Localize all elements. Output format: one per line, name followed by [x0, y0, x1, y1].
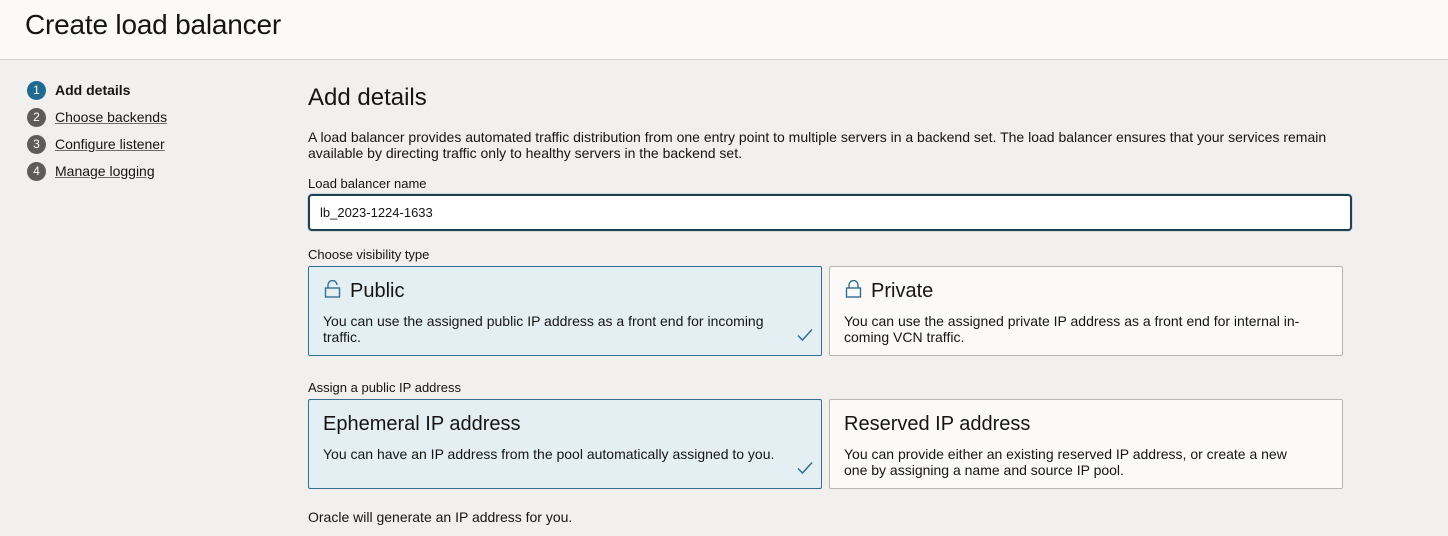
step-label: Add details	[55, 82, 131, 98]
visibility-card-public[interactable]: Public You can use the assigned public I…	[308, 266, 822, 356]
page-header: Create load balancer	[0, 0, 1448, 60]
step-number: 3	[27, 135, 46, 154]
public-ip-label: Assign a public IP address	[308, 380, 461, 395]
section-description: A load balancer provides automated traff…	[308, 129, 1327, 161]
card-description: You can use the assigned public IP addre…	[323, 313, 764, 345]
ip-card-ephemeral[interactable]: Ephemeral IP address You can have an IP …	[308, 399, 822, 489]
card-description: You can have an IP address from the pool…	[323, 446, 775, 462]
card-title: Ephemeral IP address	[323, 413, 521, 435]
step-link[interactable]: Choose backends	[55, 109, 167, 125]
step-link[interactable]: Manage logging	[55, 163, 155, 179]
ip-card-reserved[interactable]: Reserved IP address You can provide eith…	[829, 399, 1343, 489]
ip-generation-note: Oracle will generate an IP address for y…	[308, 509, 573, 525]
load-balancer-name-input[interactable]	[308, 194, 1352, 231]
name-field-label: Load balancer name	[308, 176, 427, 191]
step-number: 1	[27, 81, 46, 100]
lock-icon	[324, 280, 341, 298]
card-title: Private	[871, 280, 934, 302]
card-title: Reserved IP address	[844, 413, 1031, 435]
lock-icon	[845, 280, 862, 298]
section-title: Add details	[308, 84, 427, 111]
card-title: Public	[350, 280, 405, 302]
card-description: You can provide either an existing reser…	[844, 446, 1287, 478]
step-link[interactable]: Configure listener	[55, 136, 165, 152]
page-title: Create load balancer	[25, 9, 281, 40]
visibility-label: Choose visibility type	[308, 247, 430, 262]
step-number: 2	[27, 108, 46, 127]
card-description: You can use the assigned private IP addr…	[844, 313, 1300, 345]
checkmark-icon	[797, 461, 813, 475]
step-number: 4	[27, 162, 46, 181]
visibility-card-private[interactable]: Private You can use the assigned private…	[829, 266, 1343, 356]
checkmark-icon	[797, 328, 813, 342]
